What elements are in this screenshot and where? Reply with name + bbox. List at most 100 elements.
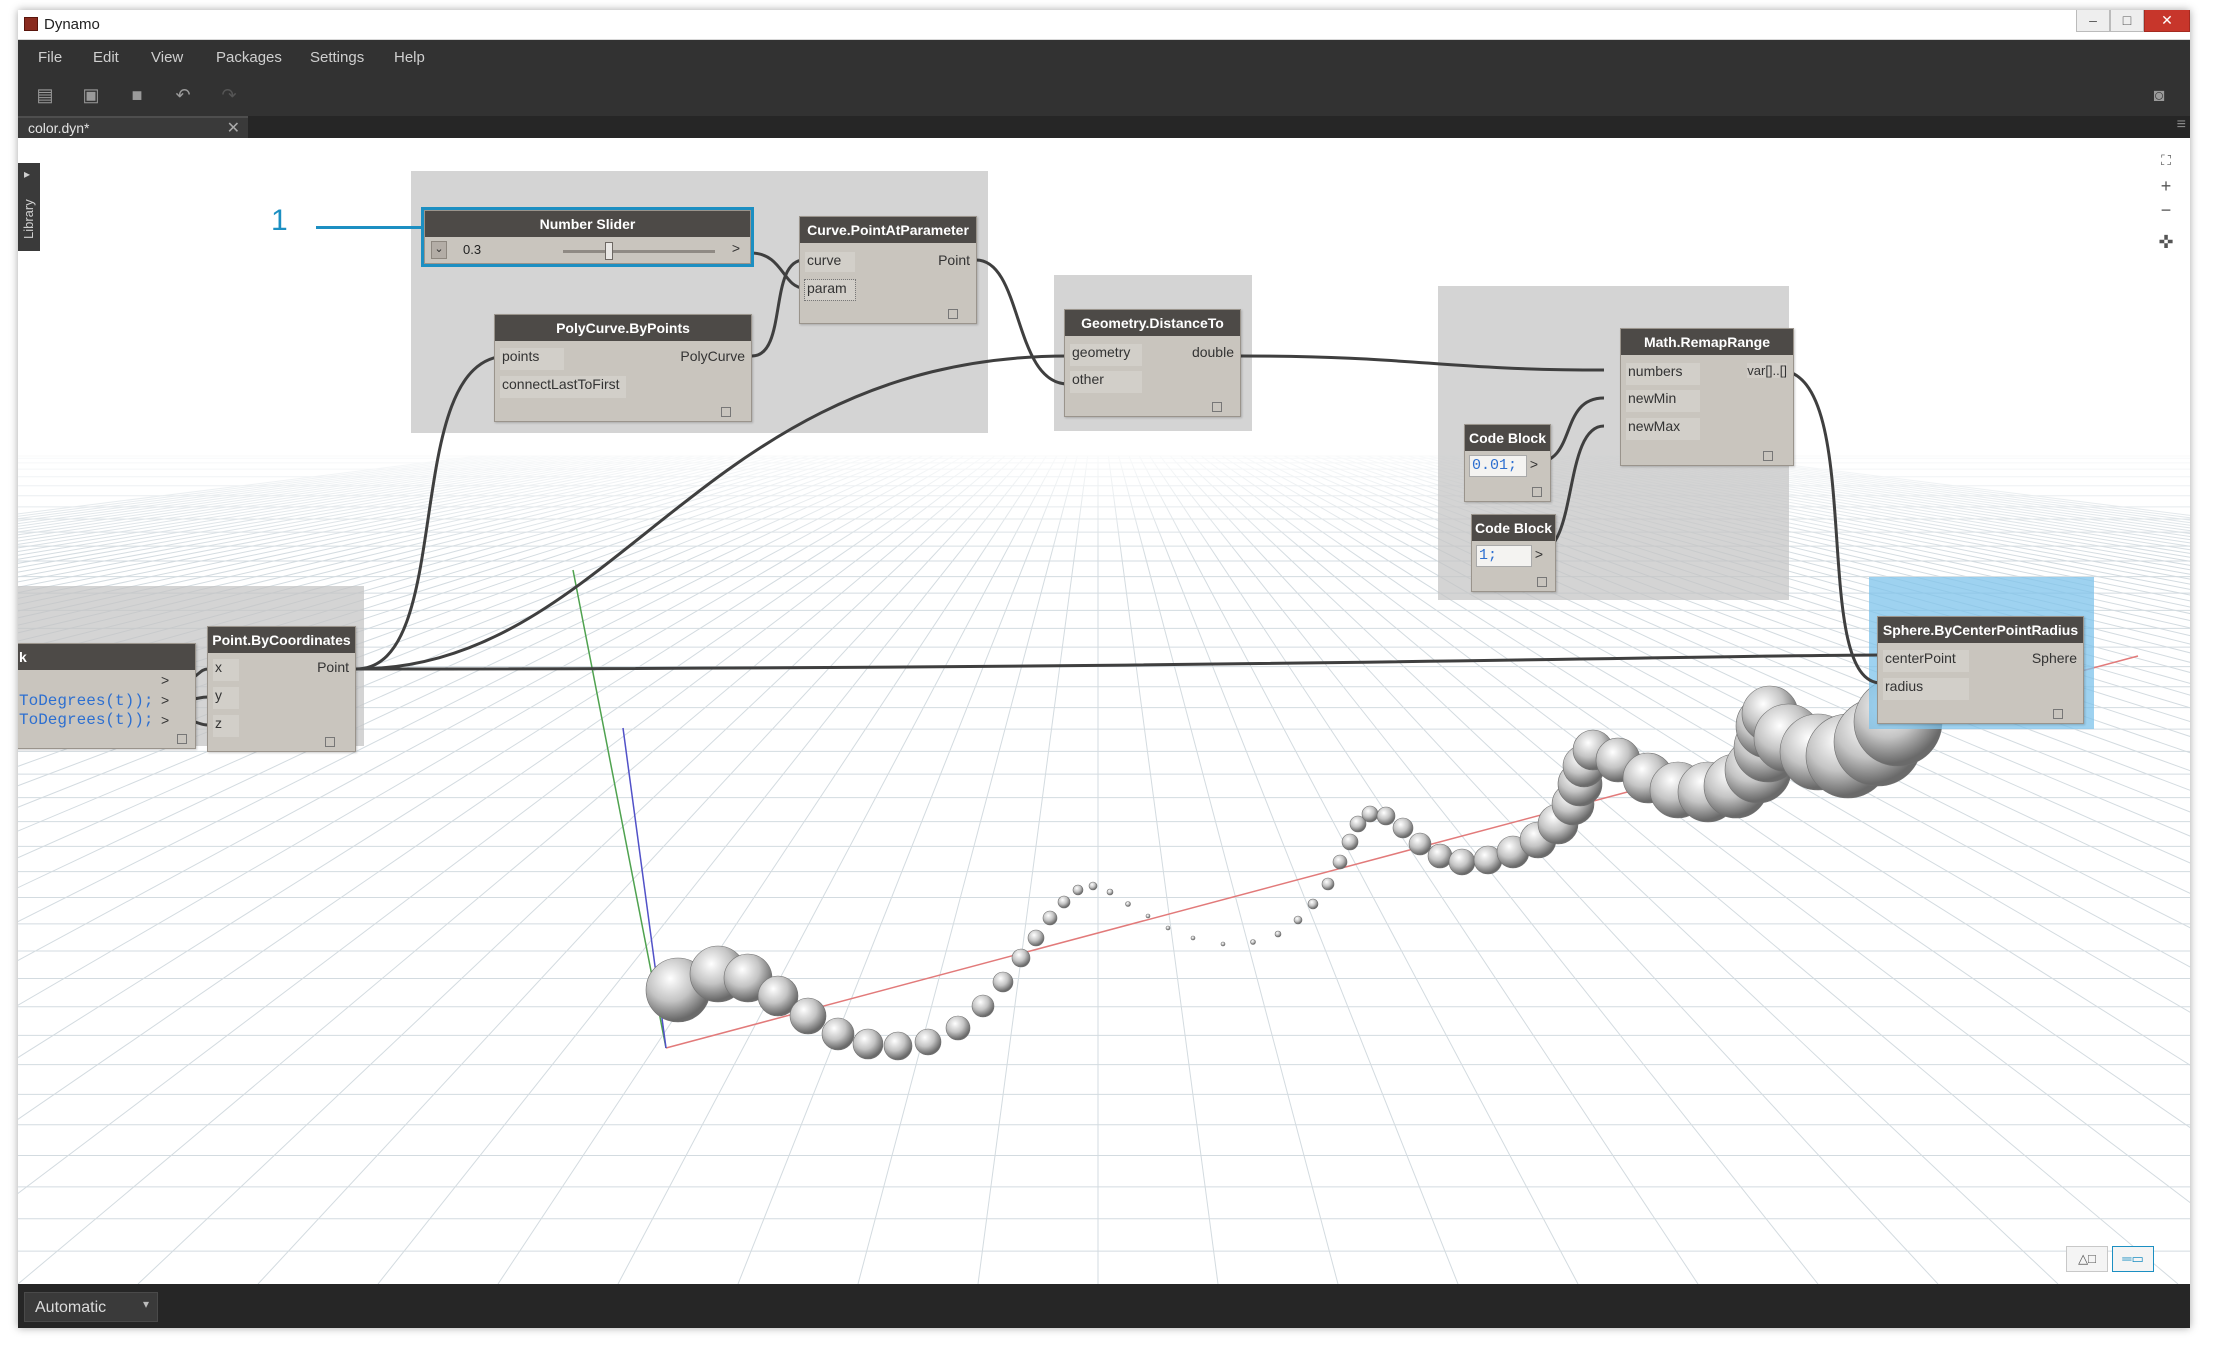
node-title[interactable]: Geometry.DistanceTo bbox=[1065, 310, 1240, 336]
open-file-icon[interactable]: ▣ bbox=[80, 84, 102, 106]
library-tab[interactable]: ▸ Library bbox=[18, 163, 40, 251]
input-port-radius[interactable]: radius bbox=[1883, 678, 1969, 700]
node-title[interactable]: Curve.PointAtParameter bbox=[800, 217, 976, 243]
preview-toggle-icon[interactable] bbox=[1532, 487, 1542, 497]
output-port-polycurve[interactable]: PolyCurve bbox=[680, 348, 745, 364]
input-port-new-min[interactable]: newMin bbox=[1626, 390, 1700, 412]
wire-point-distance bbox=[975, 258, 1069, 386]
input-port-other[interactable]: other bbox=[1070, 371, 1142, 393]
input-port-center-point[interactable]: centerPoint bbox=[1883, 650, 1969, 672]
slider-expand-button[interactable]: ⌄ bbox=[431, 241, 447, 259]
code-editor[interactable]: 1; bbox=[1476, 545, 1532, 567]
callout-number: 1 bbox=[271, 204, 288, 237]
tab-close-icon[interactable]: ✕ bbox=[227, 118, 240, 138]
status-bar: Automatic ▾ bbox=[18, 1284, 2190, 1328]
tab-menu-icon[interactable]: ≡ bbox=[2177, 116, 2186, 134]
tab-label: color.dyn* bbox=[28, 120, 90, 136]
input-port-z[interactable]: z bbox=[213, 715, 239, 737]
new-file-icon[interactable]: ▤ bbox=[34, 84, 56, 106]
input-port-connect-last-to-first[interactable]: connectLastToFirst bbox=[500, 376, 626, 398]
node-title[interactable]: Sphere.ByCenterPointRadius bbox=[1878, 617, 2083, 643]
polycurve-by-points-node[interactable]: PolyCurve.ByPoints points connectLastToF… bbox=[494, 314, 752, 422]
camera-icon[interactable]: ◙ bbox=[2148, 84, 2170, 106]
minimize-button[interactable]: – bbox=[2076, 10, 2110, 32]
code-output-port[interactable]: > bbox=[161, 672, 169, 688]
geometry-view-toggle-icon[interactable]: △□ bbox=[2066, 1246, 2108, 1272]
menu-settings[interactable]: Settings bbox=[310, 49, 364, 66]
output-port-var[interactable]: var[]..[] bbox=[1747, 363, 1787, 378]
node-title[interactable]: Point.ByCoordinates bbox=[208, 627, 355, 653]
input-port-points[interactable]: points bbox=[500, 348, 564, 370]
library-expand-icon[interactable]: ▸ bbox=[24, 167, 30, 181]
number-slider-node[interactable]: Number Slider ⌄ 0.3 > bbox=[421, 207, 754, 267]
zoom-out-icon[interactable]: − bbox=[2156, 200, 2176, 220]
pan-icon[interactable]: ✜ bbox=[2156, 232, 2176, 252]
preview-toggle-icon[interactable] bbox=[1763, 451, 1773, 461]
redo-icon[interactable]: ↷ bbox=[218, 84, 240, 106]
code-output-port[interactable]: > bbox=[1530, 456, 1538, 472]
input-port-x[interactable]: x bbox=[213, 659, 239, 681]
node-title[interactable]: k bbox=[18, 644, 195, 670]
slider-thumb[interactable] bbox=[604, 242, 613, 260]
slider-track[interactable] bbox=[563, 242, 715, 260]
title-bar: Dynamo – □ ✕ bbox=[18, 10, 2190, 40]
output-port-double[interactable]: double bbox=[1192, 344, 1234, 360]
output-port-point[interactable]: Point bbox=[317, 659, 349, 675]
node-title[interactable]: Math.RemapRange bbox=[1621, 329, 1793, 355]
code-text[interactable]: 1; bbox=[1479, 547, 1497, 564]
code-block-node-partial[interactable]: k ToDegrees(t)); ToDegrees(t)); > > > bbox=[18, 643, 196, 749]
output-port-sphere[interactable]: Sphere bbox=[2032, 650, 2077, 666]
preview-toggle-icon[interactable] bbox=[721, 407, 731, 417]
input-port-param[interactable]: param bbox=[804, 279, 856, 301]
code-block-node[interactable]: Code Block 1; > bbox=[1471, 514, 1556, 592]
graph-view-toggle-icon[interactable]: ═▭ bbox=[2112, 1246, 2154, 1272]
zoom-in-icon[interactable]: + bbox=[2156, 176, 2176, 196]
undo-icon[interactable]: ↶ bbox=[172, 84, 194, 106]
node-title[interactable]: Number Slider bbox=[425, 211, 750, 237]
node-title[interactable]: PolyCurve.ByPoints bbox=[495, 315, 751, 341]
input-port-numbers[interactable]: numbers bbox=[1626, 363, 1700, 385]
menu-edit[interactable]: Edit bbox=[93, 49, 119, 66]
code-line[interactable]: ToDegrees(t)); bbox=[19, 711, 153, 729]
code-block-node[interactable]: Code Block 0.01; > bbox=[1464, 424, 1551, 502]
preview-toggle-icon[interactable] bbox=[177, 734, 187, 744]
maximize-button[interactable]: □ bbox=[2110, 10, 2144, 32]
node-title[interactable]: Code Block bbox=[1465, 425, 1550, 451]
code-output-port[interactable]: > bbox=[161, 712, 169, 728]
run-mode-select[interactable]: Automatic ▾ bbox=[24, 1292, 158, 1322]
menu-file[interactable]: File bbox=[38, 49, 62, 66]
preview-toggle-icon[interactable] bbox=[1212, 402, 1222, 412]
input-port-geometry[interactable]: geometry bbox=[1070, 344, 1142, 366]
zoom-fit-icon[interactable]: ⛶ bbox=[2156, 150, 2176, 170]
sphere-by-center-point-radius-node[interactable]: Sphere.ByCenterPointRadius centerPoint r… bbox=[1877, 616, 2084, 724]
node-title[interactable]: Code Block bbox=[1472, 515, 1555, 541]
slider-output-port[interactable]: > bbox=[732, 240, 740, 256]
input-port-new-max[interactable]: newMax bbox=[1626, 418, 1700, 440]
code-output-port[interactable]: > bbox=[161, 692, 169, 708]
input-port-curve[interactable]: curve bbox=[805, 252, 855, 272]
code-editor[interactable]: 0.01; bbox=[1469, 455, 1527, 477]
close-window-button[interactable]: ✕ bbox=[2144, 10, 2190, 32]
menu-view[interactable]: View bbox=[151, 49, 183, 66]
wire-coords-points bbox=[355, 354, 509, 671]
geometry-distance-to-node[interactable]: Geometry.DistanceTo geometry other doubl… bbox=[1064, 309, 1241, 417]
output-port-point[interactable]: Point bbox=[938, 252, 970, 268]
input-port-y[interactable]: y bbox=[213, 687, 239, 709]
preview-toggle-icon[interactable] bbox=[948, 309, 958, 319]
point-by-coordinates-node[interactable]: Point.ByCoordinates x y z Point bbox=[207, 626, 356, 752]
code-line[interactable]: ToDegrees(t)); bbox=[19, 692, 153, 710]
curve-point-at-parameter-node[interactable]: Curve.PointAtParameter curve param Point bbox=[799, 216, 977, 324]
preview-toggle-icon[interactable] bbox=[325, 737, 335, 747]
code-text[interactable]: 0.01; bbox=[1472, 457, 1517, 474]
math-remap-range-node[interactable]: Math.RemapRange numbers newMin newMax va… bbox=[1620, 328, 1794, 466]
menu-help[interactable]: Help bbox=[394, 49, 425, 66]
window-title: Dynamo bbox=[44, 16, 100, 33]
preview-toggle-icon[interactable] bbox=[1537, 577, 1547, 587]
code-output-port[interactable]: > bbox=[1535, 546, 1543, 562]
save-icon[interactable]: ■ bbox=[126, 84, 148, 106]
tab-color-dyn[interactable]: color.dyn* ✕ bbox=[18, 116, 248, 138]
menu-packages[interactable]: Packages bbox=[216, 49, 282, 66]
preview-toggle-icon[interactable] bbox=[2053, 709, 2063, 719]
slider-value[interactable]: 0.3 bbox=[463, 242, 481, 257]
workspace-canvas[interactable]: ▸ Library 1 Number Slider ⌄ 0.3 > Curve.… bbox=[18, 138, 2190, 1284]
